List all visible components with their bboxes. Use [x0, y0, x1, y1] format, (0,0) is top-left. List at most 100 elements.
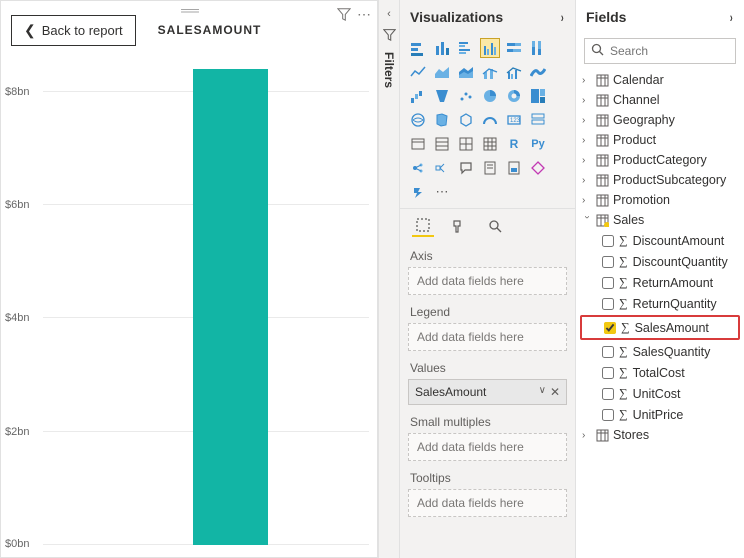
- drag-handle-icon[interactable]: ══: [181, 2, 197, 18]
- well-tooltips-drop[interactable]: Add data fields here: [408, 489, 567, 517]
- field-checkbox[interactable]: [604, 322, 616, 334]
- well-legend-drop[interactable]: Add data fields here: [408, 323, 567, 351]
- field-return-quantity[interactable]: ∑ReturnQuantity: [580, 293, 740, 314]
- table-channel[interactable]: ›Channel: [580, 90, 740, 110]
- viz-100stacked-bar-icon[interactable]: [504, 38, 524, 58]
- viz-line-clustered-column-icon[interactable]: [504, 62, 524, 82]
- viz-python-icon[interactable]: Py: [528, 134, 548, 154]
- field-sales-amount[interactable]: ∑SalesAmount: [582, 317, 738, 338]
- viz-map-icon[interactable]: [408, 110, 428, 130]
- viz-treemap-icon[interactable]: [528, 86, 548, 106]
- field-unit-cost[interactable]: ∑UnitCost: [580, 383, 740, 404]
- field-checkbox[interactable]: [602, 235, 614, 247]
- field-checkbox[interactable]: [602, 298, 614, 310]
- viz-filled-map-icon[interactable]: [432, 110, 452, 130]
- field-unit-price[interactable]: ∑UnitPrice: [580, 404, 740, 425]
- viz-matrix-icon[interactable]: [480, 134, 500, 154]
- back-to-report-button[interactable]: ❮ Back to report: [11, 15, 136, 46]
- viz-stacked-column-icon[interactable]: [432, 38, 452, 58]
- sigma-icon: ∑: [621, 320, 630, 335]
- table-promotion[interactable]: ›Promotion: [580, 190, 740, 210]
- sigma-icon: ∑: [619, 254, 628, 269]
- viz-clustered-column-icon[interactable]: [480, 38, 500, 58]
- viz-powerapps-icon[interactable]: [528, 158, 548, 178]
- viz-area-icon[interactable]: [432, 62, 452, 82]
- filters-pane-collapsed[interactable]: ‹ Filters: [378, 0, 400, 558]
- table-geography[interactable]: ›Geography: [580, 110, 740, 130]
- viz-donut-icon[interactable]: [504, 86, 524, 106]
- viz-shape-map-icon[interactable]: [456, 110, 476, 130]
- table-product[interactable]: ›Product: [580, 130, 740, 150]
- field-checkbox[interactable]: [602, 277, 614, 289]
- well-axis-label: Axis: [408, 243, 567, 267]
- field-return-amount[interactable]: ∑ReturnAmount: [580, 272, 740, 293]
- viz-automate-icon[interactable]: [408, 182, 428, 202]
- svg-text:123: 123: [510, 118, 521, 124]
- sigma-icon: ∑: [619, 365, 628, 380]
- table-stores[interactable]: ›Stores: [580, 425, 740, 445]
- viz-100stacked-column-icon[interactable]: [528, 38, 548, 58]
- viz-stacked-area-icon[interactable]: [456, 62, 476, 82]
- table-calendar[interactable]: ›Calendar: [580, 70, 740, 90]
- viz-qa-icon[interactable]: [456, 158, 476, 178]
- chevron-left-icon: ❮: [24, 23, 36, 37]
- field-discount-quantity[interactable]: ∑DiscountQuantity: [580, 251, 740, 272]
- viz-kpi-icon[interactable]: [408, 134, 428, 154]
- filter-icon[interactable]: [337, 7, 351, 24]
- well-axis-drop[interactable]: Add data fields here: [408, 267, 567, 295]
- wells-tabs: [400, 208, 575, 243]
- field-checkbox[interactable]: [602, 256, 614, 268]
- remove-icon[interactable]: ✕: [550, 385, 560, 399]
- y-tick: $0bn: [5, 538, 29, 550]
- well-legend-label: Legend: [408, 299, 567, 323]
- chart-plot-area: $0bn $2bn $4bn $6bn $8bn: [1, 59, 377, 557]
- more-options-icon[interactable]: ⋯: [357, 7, 371, 24]
- field-checkbox[interactable]: [602, 346, 614, 358]
- field-checkbox[interactable]: [602, 367, 614, 379]
- viz-line-icon[interactable]: [408, 62, 428, 82]
- table-product-subcategory[interactable]: ›ProductSubcategory: [580, 170, 740, 190]
- viz-clustered-bar-icon[interactable]: [456, 38, 476, 58]
- viz-decomposition-icon[interactable]: [432, 158, 452, 178]
- viz-key-influencers-icon[interactable]: [408, 158, 428, 178]
- search-input[interactable]: [610, 44, 729, 58]
- viz-table-icon[interactable]: [456, 134, 476, 154]
- viz-narrative-icon[interactable]: [480, 158, 500, 178]
- viz-waterfall-icon[interactable]: [408, 86, 428, 106]
- well-small-multiples-label: Small multiples: [408, 409, 567, 433]
- viz-card-icon[interactable]: 123: [504, 110, 524, 130]
- viz-paginated-icon[interactable]: [504, 158, 524, 178]
- field-checkbox[interactable]: [602, 388, 614, 400]
- viz-slicer-icon[interactable]: [432, 134, 452, 154]
- table-sales[interactable]: ›Sales: [580, 210, 740, 230]
- fields-search[interactable]: [584, 38, 736, 64]
- sigma-icon: ∑: [619, 407, 628, 422]
- well-values-item[interactable]: SalesAmount ∨ ✕: [408, 379, 567, 405]
- viz-get-more-icon[interactable]: ⋯: [432, 182, 452, 202]
- viz-ribbon-icon[interactable]: [528, 62, 548, 82]
- chevron-down-icon[interactable]: ∨: [539, 385, 546, 399]
- analytics-tab-icon[interactable]: [484, 215, 506, 237]
- field-checkbox[interactable]: [602, 409, 614, 421]
- sigma-icon: ∑: [619, 386, 628, 401]
- chevron-right-icon[interactable]: ›: [730, 9, 733, 25]
- fields-tab-icon[interactable]: [412, 215, 434, 237]
- field-discount-amount[interactable]: ∑DiscountAmount: [580, 230, 740, 251]
- visual-header: ══ ❮ Back to report SALESAMOUNT ⋯: [1, 1, 377, 59]
- search-icon: [591, 43, 604, 59]
- viz-r-icon[interactable]: R: [504, 134, 524, 154]
- viz-funnel-icon[interactable]: [432, 86, 452, 106]
- table-product-category[interactable]: ›ProductCategory: [580, 150, 740, 170]
- viz-gauge-icon[interactable]: [480, 110, 500, 130]
- viz-line-stacked-column-icon[interactable]: [480, 62, 500, 82]
- chevron-right-icon[interactable]: ›: [561, 9, 564, 25]
- bar-salesamount[interactable]: [193, 69, 268, 545]
- format-tab-icon[interactable]: [448, 215, 470, 237]
- viz-multirow-card-icon[interactable]: [528, 110, 548, 130]
- well-small-multiples-drop[interactable]: Add data fields here: [408, 433, 567, 461]
- field-sales-quantity[interactable]: ∑SalesQuantity: [580, 341, 740, 362]
- viz-pie-icon[interactable]: [480, 86, 500, 106]
- viz-stacked-bar-icon[interactable]: [408, 38, 428, 58]
- field-total-cost[interactable]: ∑TotalCost: [580, 362, 740, 383]
- viz-scatter-icon[interactable]: [456, 86, 476, 106]
